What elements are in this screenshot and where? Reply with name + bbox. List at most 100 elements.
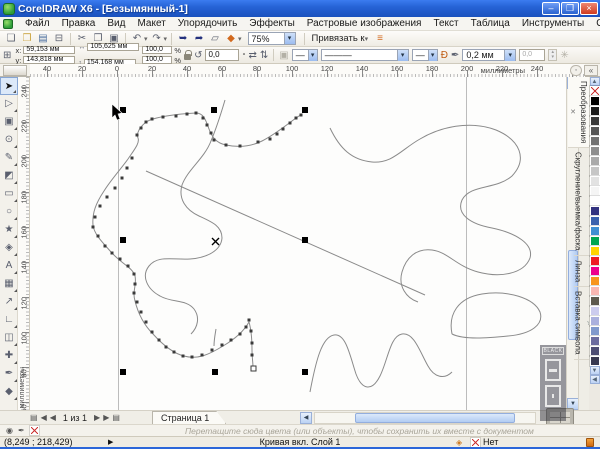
- options-icon[interactable]: ≡: [373, 32, 387, 45]
- vertical-ruler[interactable]: 2402202001801601401201008060: [18, 77, 30, 410]
- dimension-tool[interactable]: ↗: [0, 293, 18, 311]
- selection-handles[interactable]: [120, 107, 308, 375]
- collapse-dockers-button[interactable]: «: [584, 65, 598, 76]
- horizontal-scrollbar[interactable]: [314, 412, 536, 424]
- first-page-icon[interactable]: ◀: [41, 412, 47, 424]
- color-swatch[interactable]: [590, 166, 600, 176]
- mirror-vertical-icon[interactable]: ⇅: [260, 48, 268, 63]
- previous-page-icon[interactable]: ◀: [50, 412, 56, 424]
- palette-eyedropper-icon[interactable]: ✒: [18, 426, 25, 435]
- export-icon[interactable]: ➦: [192, 32, 206, 45]
- snap-to-dropdown[interactable]: Привязать к ▾: [309, 33, 372, 44]
- add-page-end-icon[interactable]: ▤: [112, 412, 120, 424]
- outline-pen-tool[interactable]: ✒: [0, 365, 18, 383]
- horizontal-scroll-thumb[interactable]: [355, 413, 515, 423]
- palette-open-button[interactable]: ◀: [590, 375, 600, 384]
- close-curve-icon[interactable]: Ð: [441, 48, 448, 63]
- chevron-down-icon[interactable]: ▾: [397, 50, 408, 61]
- docker-close-icon[interactable]: ✕: [568, 108, 576, 116]
- pick-tool[interactable]: ➤: [0, 77, 18, 95]
- menu-таблица[interactable]: Таблица: [465, 18, 516, 29]
- fill-tool[interactable]: ◆: [0, 383, 18, 401]
- save-icon[interactable]: ▤: [36, 32, 50, 45]
- page-tab[interactable]: Страница 1: [152, 411, 226, 424]
- color-swatch[interactable]: [590, 356, 600, 366]
- close-button[interactable]: ×: [580, 2, 598, 15]
- add-page-start-icon[interactable]: ▤: [30, 412, 38, 424]
- notification-icon[interactable]: [586, 438, 594, 447]
- color-swatch[interactable]: [590, 246, 600, 256]
- chevron-down-icon[interactable]: ▾: [504, 50, 515, 61]
- rectangle-tool[interactable]: ▭: [0, 185, 18, 203]
- next-page-icon[interactable]: ▶: [94, 412, 100, 424]
- color-swatch[interactable]: [590, 146, 600, 156]
- color-swatch[interactable]: [590, 326, 600, 336]
- ellipse-tool[interactable]: ○: [0, 203, 18, 221]
- color-swatch[interactable]: [590, 136, 600, 146]
- curve-drawing[interactable]: [30, 77, 566, 410]
- shape-tool[interactable]: ▷: [0, 95, 18, 113]
- color-swatch[interactable]: [590, 336, 600, 346]
- color-swatch[interactable]: [590, 186, 600, 196]
- connector-tool[interactable]: ∟: [0, 311, 18, 329]
- menu-текст[interactable]: Текст: [427, 18, 464, 29]
- color-swatch[interactable]: [590, 286, 600, 296]
- document-no-color-swatch[interactable]: [30, 426, 39, 435]
- restore-button[interactable]: ❐: [561, 2, 579, 15]
- chevron-down-icon[interactable]: ▾: [308, 50, 317, 61]
- minimize-button[interactable]: –: [542, 2, 560, 15]
- color-swatch[interactable]: [590, 216, 600, 226]
- start-arrowhead-select[interactable]: — ▾: [292, 49, 318, 61]
- redo-icon[interactable]: ↷: [150, 32, 164, 45]
- crop-tool[interactable]: ▣: [0, 113, 18, 131]
- menu-инструменты[interactable]: Инструменты: [516, 18, 590, 29]
- x-position-field[interactable]: 59,153 мм: [23, 46, 75, 54]
- menu-окно[interactable]: Окно: [590, 18, 600, 29]
- color-swatch[interactable]: [590, 346, 600, 356]
- color-swatch[interactable]: [590, 176, 600, 186]
- color-swatch[interactable]: [590, 106, 600, 116]
- rotation-angle-field[interactable]: 0,0: [205, 49, 239, 61]
- outline-width-select[interactable]: 0,2 мм ▾: [462, 49, 516, 61]
- palette-scroll-up-button[interactable]: ▲: [590, 77, 600, 86]
- zoom-tool[interactable]: ⊙: [0, 131, 18, 149]
- drawing-canvas[interactable]: [30, 77, 566, 410]
- welcome-screen-icon[interactable]: ◆: [224, 32, 238, 45]
- blend-tool[interactable]: ◫: [0, 329, 18, 347]
- scale-y-field[interactable]: 100,0: [142, 56, 172, 64]
- open-icon[interactable]: ❒: [20, 32, 34, 45]
- color-swatch[interactable]: [590, 266, 600, 276]
- palette-scroll-down-button[interactable]: ▼: [590, 366, 600, 375]
- welcome-caret-icon[interactable]: ▾: [238, 35, 242, 43]
- menu-файл[interactable]: Файл: [19, 18, 56, 29]
- palette-flyout-icon[interactable]: ◉: [6, 426, 13, 435]
- mirror-horizontal-icon[interactable]: ⇄: [248, 48, 256, 63]
- zoom-level-select[interactable]: 75% ▾: [248, 32, 296, 45]
- color-swatch[interactable]: [590, 156, 600, 166]
- color-swatch[interactable]: [590, 236, 600, 246]
- ruler-options-button[interactable]: ◦: [570, 65, 582, 76]
- color-swatch[interactable]: [590, 256, 600, 266]
- chevron-down-icon[interactable]: ▾: [428, 50, 437, 61]
- y-position-field[interactable]: 143,818 мм: [23, 56, 75, 64]
- menu-упорядочить[interactable]: Упорядочить: [172, 18, 244, 29]
- basic-shapes-tool[interactable]: ◈: [0, 239, 18, 257]
- menu-правка[interactable]: Правка: [56, 18, 102, 29]
- color-swatch[interactable]: [590, 206, 600, 216]
- text-tool[interactable]: А: [0, 257, 18, 275]
- curve-end-node[interactable]: [251, 366, 256, 371]
- chevron-down-icon[interactable]: ▾: [284, 33, 295, 44]
- color-swatch[interactable]: [590, 276, 600, 286]
- color-swatch[interactable]: [590, 316, 600, 326]
- end-size-field[interactable]: 0,0: [519, 49, 545, 61]
- color-swatch[interactable]: [590, 126, 600, 136]
- redo-caret-icon[interactable]: ▾: [164, 35, 168, 43]
- eyedropper-tool[interactable]: ✚: [0, 347, 18, 365]
- color-swatch[interactable]: [590, 196, 600, 206]
- no-color-swatch[interactable]: [590, 86, 600, 96]
- horizontal-ruler[interactable]: миллиметры 40200204060801001201401601802…: [30, 64, 585, 77]
- rotation-center-marker[interactable]: [212, 238, 219, 245]
- title-bar[interactable]: CorelDRAW X6 - [Безымянный-1] – ❐ ×: [0, 0, 600, 17]
- ruler-origin-button[interactable]: [3, 65, 27, 76]
- table-tool[interactable]: ▦: [0, 275, 18, 293]
